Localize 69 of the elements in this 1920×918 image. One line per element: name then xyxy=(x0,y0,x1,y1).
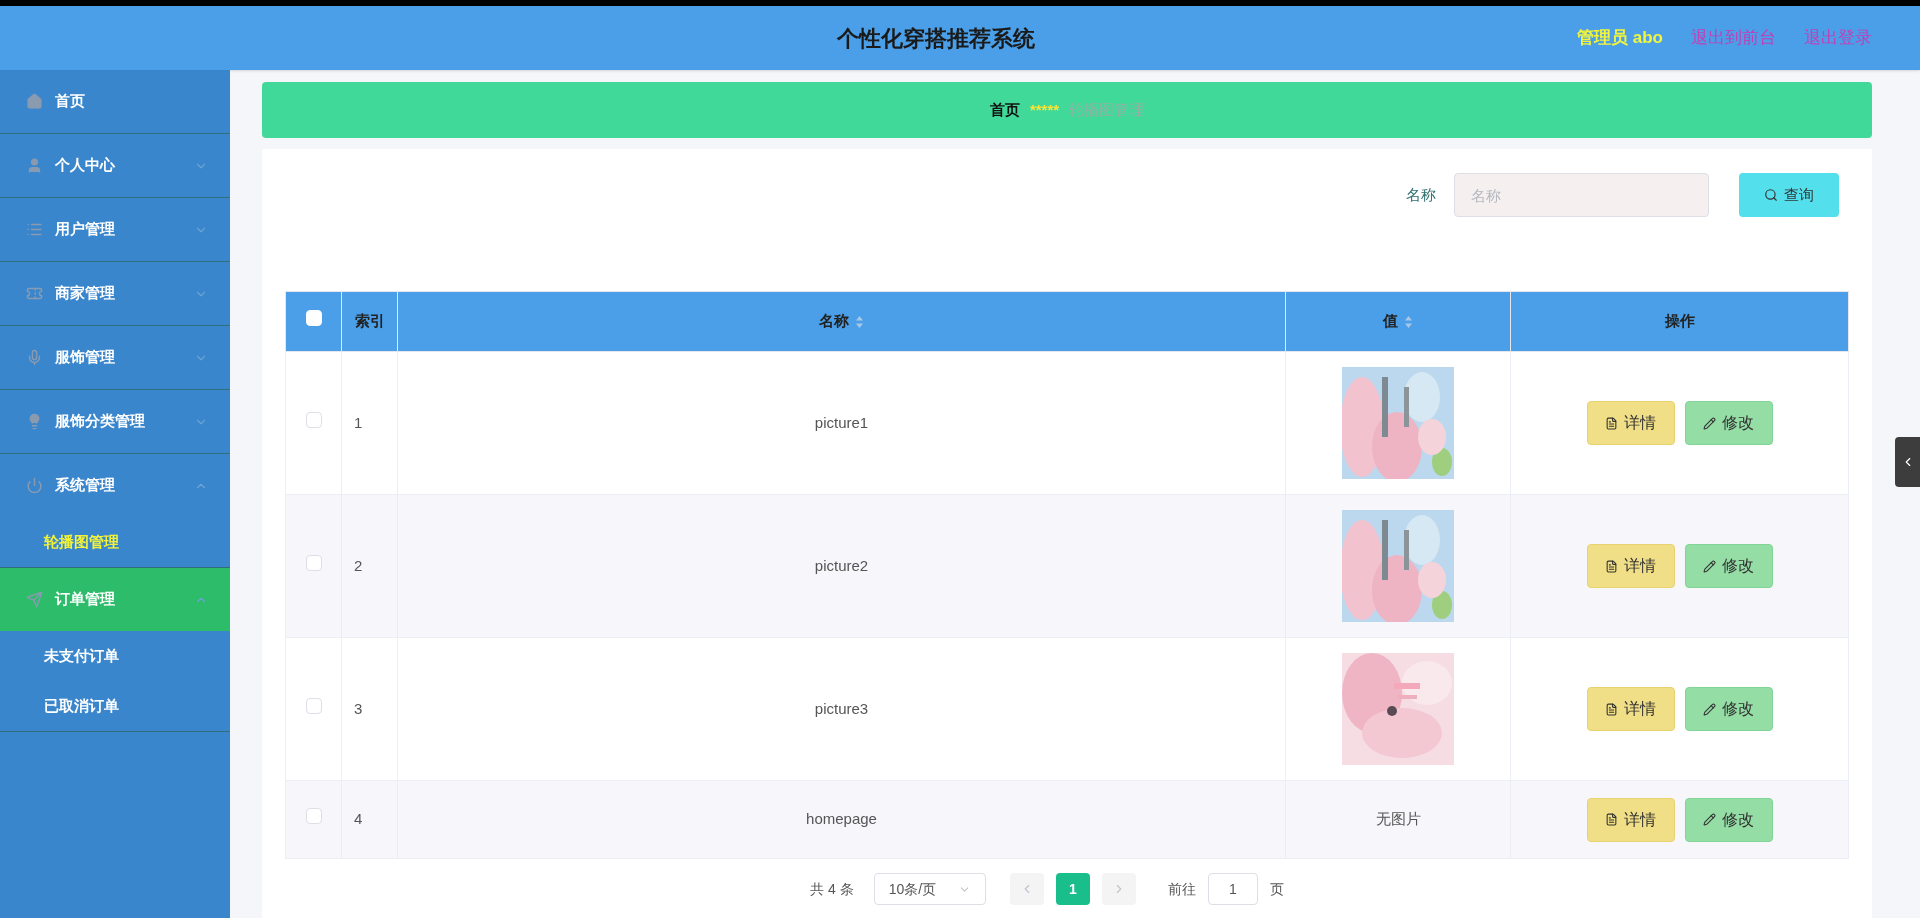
admin-name: 管理员 abo xyxy=(1577,27,1663,50)
details-button[interactable]: 详情 xyxy=(1586,544,1675,588)
power-icon xyxy=(26,477,43,494)
sidebar-menu-item[interactable]: 商家管理 xyxy=(0,262,230,325)
page-unit: 页 xyxy=(1269,879,1284,899)
goto-label: 前往 xyxy=(1167,879,1196,899)
breadcrumb-home[interactable]: 首页 xyxy=(989,98,1020,122)
edit-button[interactable]: 修改 xyxy=(1684,401,1773,445)
breadcrumb-current: 轮播图管理 xyxy=(1069,99,1145,120)
search-label: 名称 xyxy=(1406,184,1436,205)
submenu-item[interactable]: 轮播图管理 xyxy=(0,517,230,567)
edit-button[interactable]: 修改 xyxy=(1684,797,1773,842)
person-icon xyxy=(26,157,43,174)
submenu-item[interactable]: 未支付订单 xyxy=(0,631,230,681)
pencil-icon xyxy=(1703,559,1716,573)
table-cell: picture2 xyxy=(397,494,1286,638)
house-icon xyxy=(26,93,43,110)
next-page-button[interactable] xyxy=(1101,873,1136,905)
search-field[interactable]: 名称 xyxy=(1454,173,1709,217)
table-cell: 2 xyxy=(341,494,398,638)
checkbox[interactable] xyxy=(305,697,322,714)
search-button[interactable]: 查询 xyxy=(1739,173,1839,217)
ticket-icon xyxy=(26,285,43,302)
table-cell: 4 xyxy=(341,780,398,859)
pencil-icon xyxy=(1703,813,1716,826)
pencil-icon xyxy=(1703,416,1716,430)
details-button[interactable]: 详情 xyxy=(1586,401,1675,445)
app-title: 个性化穿搭推荐系统 xyxy=(837,24,1035,53)
document-icon xyxy=(1605,813,1618,826)
sidebar-menu-item[interactable]: 服饰管理 xyxy=(0,326,230,389)
goto-page-field[interactable]: 1 xyxy=(1207,873,1258,905)
details-button[interactable]: 详情 xyxy=(1586,797,1675,842)
sidebar-menu-item[interactable]: 用户管理 xyxy=(0,198,230,261)
table-cell: picture3 xyxy=(397,637,1286,781)
document-icon xyxy=(1605,559,1618,573)
page-size-select[interactable]: 10条/页 xyxy=(873,873,986,905)
microphone-icon xyxy=(26,349,43,366)
collapse-handle[interactable] xyxy=(1895,437,1920,487)
search-icon xyxy=(1764,188,1778,202)
sort-icon xyxy=(1404,314,1413,329)
sidebar-menu-item[interactable]: 系统管理 xyxy=(0,454,230,517)
edit-button[interactable]: 修改 xyxy=(1684,687,1773,731)
document-icon xyxy=(1605,416,1618,430)
column-header: 索引 xyxy=(341,291,398,352)
sidebar-menu-item[interactable]: 个人中心 xyxy=(0,134,230,197)
submenu-item[interactable]: 已取消订单 xyxy=(0,681,230,731)
table-cell: 1 xyxy=(341,351,398,495)
document-icon xyxy=(1605,702,1618,716)
sidebar-menu-item[interactable]: 首页 xyxy=(0,70,230,133)
paper-plane-icon xyxy=(26,591,43,608)
column-header: 操作 xyxy=(1510,291,1849,352)
details-button[interactable]: 详情 xyxy=(1586,687,1675,731)
checkbox[interactable] xyxy=(305,554,322,571)
checkbox[interactable] xyxy=(305,411,322,428)
sort-icon xyxy=(855,314,864,329)
edit-button[interactable]: 修改 xyxy=(1684,544,1773,588)
table-cell: picture1 xyxy=(397,351,1286,495)
breadcrumb-separator: ***** xyxy=(1029,99,1060,120)
column-header[interactable]: 名称 xyxy=(397,291,1286,352)
table-cell: 无图片 xyxy=(1375,810,1421,828)
total-count: 共 4 条 xyxy=(810,879,854,899)
table-cell: homepage xyxy=(397,780,1286,859)
pencil-icon xyxy=(1703,702,1716,716)
table-cell: 3 xyxy=(341,637,398,781)
sidebar-menu-item[interactable]: 服饰分类管理 xyxy=(0,390,230,453)
column-header[interactable]: 值 xyxy=(1285,291,1511,352)
list-icon xyxy=(26,221,43,238)
checkbox[interactable] xyxy=(305,808,322,825)
prev-page-button[interactable] xyxy=(1009,873,1044,905)
